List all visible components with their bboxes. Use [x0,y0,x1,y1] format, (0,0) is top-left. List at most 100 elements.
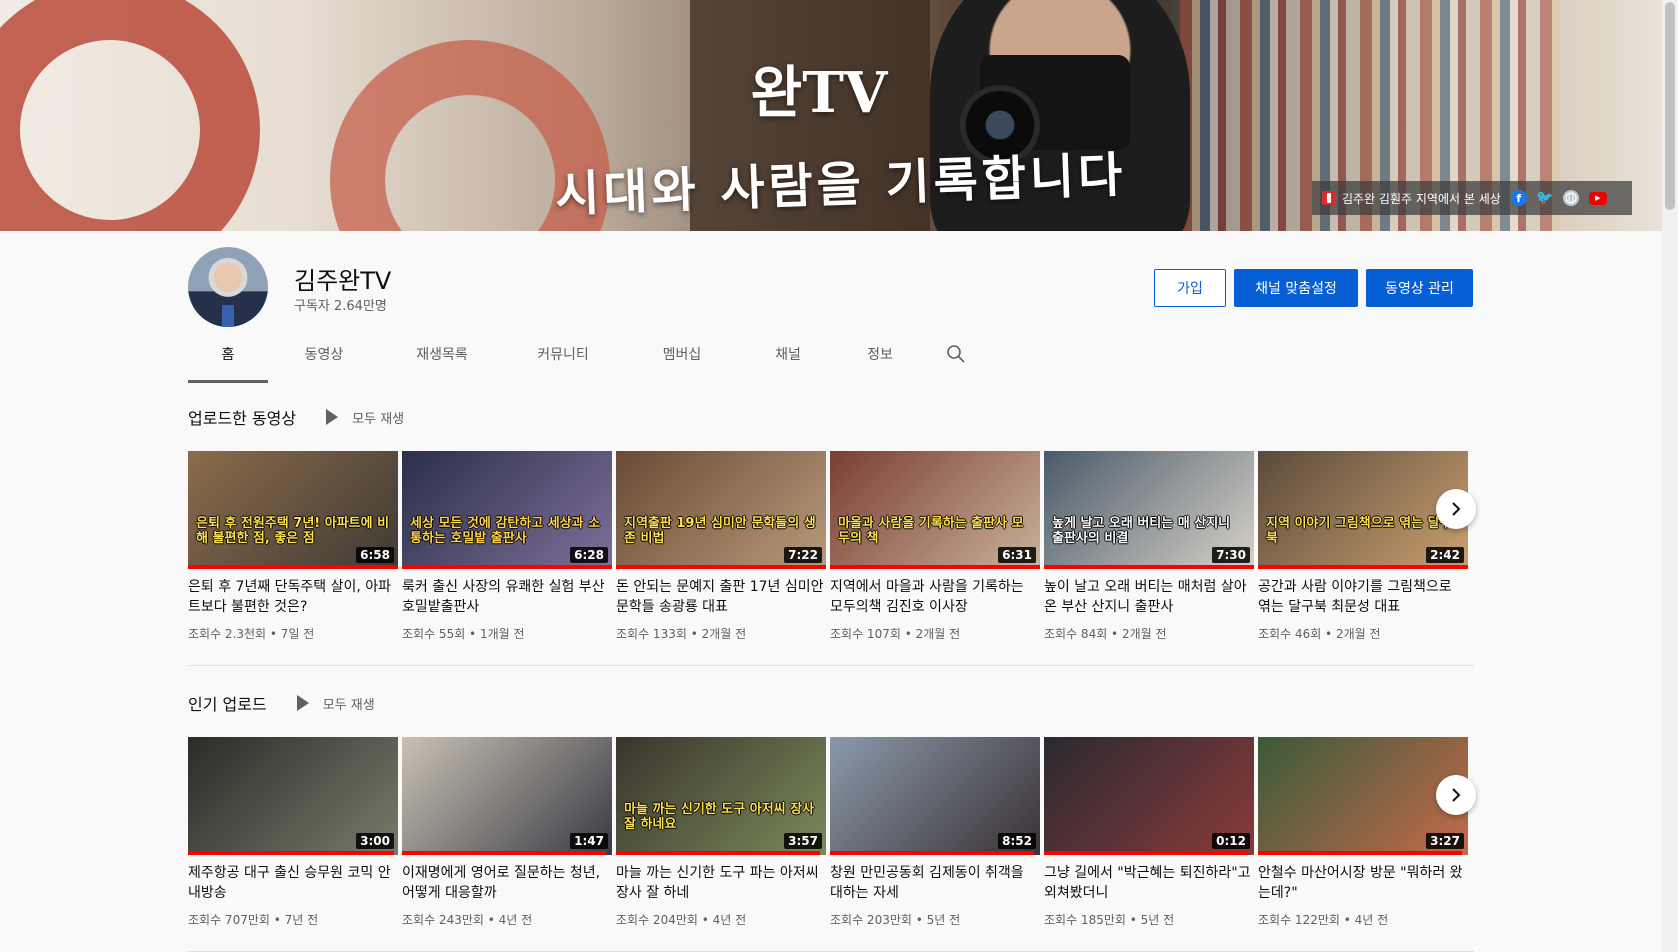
customize-channel-button[interactable]: 채널 맞춤설정 [1234,269,1358,307]
tab-community[interactable]: 커뮤니티 [504,325,622,383]
video-thumbnail[interactable]: 0:12 [1044,737,1254,855]
chevron-right-icon [1452,502,1461,516]
youtube-icon[interactable]: ▶ [1588,191,1607,205]
video-card[interactable]: 8:52 창원 만민공동회 김제동이 취객을 대하는 자세 조회수 203만회 • … [830,737,1040,928]
video-meta: 조회수 243만회 • 4년 전 [402,913,533,927]
play-icon [326,409,339,425]
watch-progress-bar [616,851,820,855]
link-badge-icon [1322,191,1336,205]
video-meta: 조회수 204만회 • 4년 전 [616,913,747,927]
video-title[interactable]: 지역에서 마을과 사람을 기록하는 모두의책 김진호 이사장 [830,577,1040,617]
shelf-title: 업로드한 동영상 [188,409,297,428]
website-icon[interactable] [1562,190,1579,206]
video-row: 은퇴 후 전원주택 7년! 아파트에 비해 불편한 점, 좋은 점 6:58 은퇴 … [188,451,1474,642]
tab-channels[interactable]: 채널 [742,325,834,383]
shelf-divider [188,665,1474,666]
thumbnail-overlay-text: 지역출판 19년 심미안 문학들의 생존 비법 [624,515,816,547]
video-card[interactable]: 은퇴 후 전원주택 7년! 아파트에 비해 불편한 점, 좋은 점 6:58 은퇴 … [188,451,398,642]
watch-progress-bar [830,851,1034,855]
shelf-next-button[interactable] [1436,775,1476,815]
video-thumbnail[interactable]: 은퇴 후 전원주택 7년! 아파트에 비해 불편한 점, 좋은 점 6:58 [188,451,398,569]
video-card[interactable]: 지역출판 19년 심미안 문학들의 생존 비법 7:22 돈 안되는 문예지 출판 … [616,451,826,642]
subscriber-count: 구독자 2.64만명 [294,299,387,314]
tab-playlists[interactable]: 재생목록 [380,325,504,383]
shelf-header: 인기 업로드 모두 재생 [188,683,1474,723]
video-meta: 조회수 185만회 • 5년 전 [1044,913,1175,927]
video-card[interactable]: 세상 모든 것에 감탄하고 세상과 소통하는 호밀밭 출판사 6:28 룩커 출신 … [402,451,612,642]
play-all-label: 모두 재생 [322,697,375,713]
video-meta: 조회수 84회 • 2개월 전 [1044,627,1167,641]
video-thumbnail[interactable]: 8:52 [830,737,1040,855]
shelf-next-button[interactable] [1436,489,1476,529]
watch-progress-bar [616,565,826,569]
video-card[interactable]: 1:47 이재명에게 영어로 질문하는 청년, 어떻게 대응할까조회수 243만회… [402,737,612,928]
video-meta: 조회수 133회 • 2개월 전 [616,627,747,641]
video-thumbnail[interactable]: 높게 날고 오래 버티는 매 산지니 출판사의 비결 7:30 [1044,451,1254,569]
video-card[interactable]: 3:00 제주항공 대구 출신 승무원 코믹 안내방송 조회수 707만회 • 7년… [188,737,398,928]
video-title[interactable]: 이재명에게 영어로 질문하는 청년, 어떻게 대응할까 [402,863,612,903]
video-title[interactable]: 제주항공 대구 출신 승무원 코믹 안내방송 [188,863,398,903]
tab-label: 홈 [221,347,235,363]
uploads-shelf: 업로드한 동영상 모두 재생 은퇴 후 전원주택 7년! 아파트에 비해 불편한… [188,397,1476,642]
page-scrollbar[interactable] [1662,0,1678,952]
video-thumbnail[interactable]: 지역출판 19년 심미안 문학들의 생존 비법 7:22 [616,451,826,569]
watch-progress-bar [402,565,612,569]
video-duration: 3:57 [784,833,822,849]
video-duration: 0:12 [1212,833,1250,849]
tab-about[interactable]: 정보 [834,325,926,383]
play-all-button[interactable]: 모두 재생 [296,694,375,713]
channel-name: 김주완TV [294,267,392,295]
video-meta: 조회수 55회 • 1개월 전 [402,627,525,641]
tab-home[interactable]: 홈 [188,325,268,383]
video-card[interactable]: 마늘 까는 신기한 도구 아저씨 장사 잘 하네요 3:57 마늘 까는 신기한 도… [616,737,826,928]
banner-title-text: 완TV [750,60,888,126]
tab-label: 정보 [867,347,893,363]
watch-progress-bar [1258,851,1462,855]
video-title[interactable]: 공간과 사람 이야기를 그림책으로 엮는 달구북 최문성 대표 [1258,577,1468,617]
video-thumbnail[interactable]: 마늘 까는 신기한 도구 아저씨 장사 잘 하네요 3:57 [616,737,826,855]
manage-videos-button[interactable]: 동영상 관리 [1366,269,1473,307]
video-title[interactable]: 안철수 마산어시장 방문 "뭐하러 왔는데?" [1258,863,1468,903]
video-thumbnail[interactable]: 세상 모든 것에 감탄하고 세상과 소통하는 호밀밭 출판사 6:28 [402,451,612,569]
video-duration: 6:31 [998,547,1036,563]
tab-videos[interactable]: 동영상 [268,325,380,383]
tab-label: 재생목록 [416,347,468,363]
video-title[interactable]: 마늘 까는 신기한 도구 파는 아저씨 장사 잘 하네 [616,863,826,903]
watch-progress-bar [402,851,606,855]
video-duration: 7:22 [784,547,822,563]
facebook-icon[interactable]: f [1510,190,1527,206]
video-card[interactable]: 3:27 안철수 마산어시장 방문 "뭐하러 왔는데?" 조회수 122만회 • 4… [1258,737,1468,928]
join-button[interactable]: 가입 [1154,269,1226,307]
video-card[interactable]: 0:12 그냥 길에서 "박근혜는 퇴진하라"고 외쳐봤더니조회수 185만회 •… [1044,737,1254,928]
thumbnail-overlay-text: 마늘 까는 신기한 도구 아저씨 장사 잘 하네요 [624,801,815,833]
video-card[interactable]: 지역 이야기 그림책으로 엮는 달구북 2:42 공간과 사람 이야기를 그림책으로… [1258,451,1468,642]
tab-label: 커뮤니티 [537,347,589,363]
video-title[interactable]: 그냥 길에서 "박근혜는 퇴진하라"고 외쳐봤더니 [1044,863,1254,903]
scrollbar-thumb[interactable] [1665,2,1675,210]
video-title[interactable]: 돈 안되는 문예지 출판 17년 심미안 문학들 송광룡 대표 [616,577,826,617]
video-card[interactable]: 높게 날고 오래 버티는 매 산지니 출판사의 비결 7:30 높이 날고 오래 버… [1044,451,1254,642]
video-duration: 6:58 [356,547,394,563]
video-title[interactable]: 창원 만민공동회 김제동이 취객을 대하는 자세 [830,863,1040,903]
video-title[interactable]: 은퇴 후 7년째 단독주택 살이, 아파트보다 불편한 것은? [188,577,398,617]
banner-link-primary[interactable]: 김주완 김훤주 지역에서 본 세상 [1322,190,1501,207]
tab-label: 채널 [775,347,801,363]
watch-progress-bar [830,565,1040,569]
video-title[interactable]: 룩커 출신 사장의 유쾌한 실험 부산 호밀밭출판사 [402,577,612,617]
video-thumbnail[interactable]: 3:00 [188,737,398,855]
channel-home-content: 업로드한 동영상 모두 재생 은퇴 후 전원주택 7년! 아파트에 비해 불편한… [0,383,1662,952]
thumbnail-overlay-text: 은퇴 후 전원주택 7년! 아파트에 비해 불편한 점, 좋은 점 [196,515,390,547]
channel-search-button[interactable] [926,325,986,383]
video-duration: 3:27 [1426,833,1464,849]
play-all-button[interactable]: 모두 재생 [326,408,404,427]
channel-header: 김주완TV 구독자 2.64만명 가입 채널 맞춤설정 동영상 관리 홈 동영상… [0,231,1662,383]
tab-membership[interactable]: 멤버십 [622,325,742,383]
video-thumbnail[interactable]: 마을과 사람을 기록하는 출판사 모두의 책 6:31 [830,451,1040,569]
video-card[interactable]: 마을과 사람을 기록하는 출판사 모두의 책 6:31 지역에서 마을과 사람을 기… [830,451,1040,642]
channel-avatar[interactable] [188,247,268,327]
tab-label: 멤버십 [662,347,702,363]
thumbnail-overlay-text: 마을과 사람을 기록하는 출판사 모두의 책 [838,515,1024,547]
video-title[interactable]: 높이 날고 오래 버티는 매처럼 살아온 부산 산지니 출판사 [1044,577,1254,617]
video-thumbnail[interactable]: 1:47 [402,737,612,855]
twitter-icon[interactable]: 🐦 [1536,190,1553,206]
